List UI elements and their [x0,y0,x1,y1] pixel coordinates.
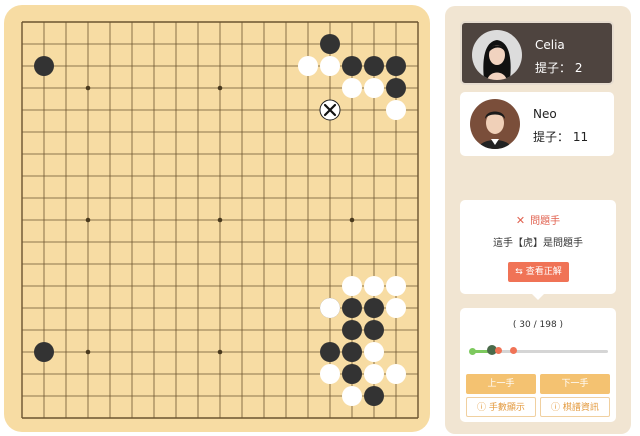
show-move-numbers-button[interactable]: ⓘ 手數顯示 [466,397,536,417]
info-icon: ⓘ [551,403,563,413]
close-icon: ✕ [515,214,526,227]
white-stone[interactable] [342,276,362,296]
move-counter: ( 30 / 198 ) [512,320,564,330]
captures-black: 提子： 2 [535,61,583,75]
star-point [85,85,91,91]
white-stone[interactable] [386,100,406,120]
white-stone[interactable] [364,364,384,384]
black-stone[interactable] [342,364,362,384]
player-name-black: Celia [535,38,565,52]
game-info-button[interactable]: ⓘ 棋譜資訊 [540,397,610,417]
black-stone[interactable] [342,320,362,340]
white-stone[interactable] [320,364,340,384]
black-stone[interactable] [342,342,362,362]
mistake-marker-1[interactable] [495,347,502,354]
star-point [217,349,223,355]
white-stone[interactable] [364,276,384,296]
white-stone[interactable] [298,56,318,76]
white-stone[interactable] [342,78,362,98]
black-stone[interactable] [34,342,54,362]
star-point [217,85,223,91]
black-stone[interactable] [342,298,362,318]
white-stone[interactable] [386,298,406,318]
black-stone[interactable] [364,320,384,340]
white-stone[interactable] [386,364,406,384]
info-icon: ⓘ [477,403,489,413]
progress-start-marker [469,348,476,355]
mistake-text: 這手【虎】是問題手 [493,238,583,249]
black-stone[interactable] [320,34,340,54]
black-stone[interactable] [342,56,362,76]
next-move-button[interactable]: 下一手 [540,374,610,394]
go-board[interactable] [4,5,430,432]
player-name-white: Neo [533,107,557,121]
avatar-white [470,99,520,149]
board-grid[interactable] [4,5,430,432]
black-stone[interactable] [320,342,340,362]
black-stone[interactable] [364,56,384,76]
black-stone[interactable] [34,56,54,76]
avatar-black [472,30,522,80]
mistake-marker-2[interactable] [510,347,517,354]
star-point [217,217,223,223]
white-stone[interactable] [364,342,384,362]
black-stone[interactable] [364,386,384,406]
mistake-card: ✕ 問題手 這手【虎】是問題手 ⇆ 查看正解 [460,200,616,300]
navigation-card: ( 30 / 198 ) 上一手 下一手 ⓘ 手數顯示 ⓘ 棋譜資訊 [460,308,616,422]
black-stone[interactable] [386,56,406,76]
star-point [85,349,91,355]
star-point [85,217,91,223]
player-card-black: Celia 提子： 2 [460,21,614,85]
player-card-white: Neo 提子： 11 [460,92,614,156]
show-answer-button[interactable]: ⇆ 查看正解 [508,262,569,282]
side-panel: Celia 提子： 2 Neo 提子： 11 ✕ 問題手 這手【虎】是問題手 ⇆ … [445,6,631,434]
captures-white: 提子： 11 [533,130,589,144]
white-stone[interactable] [342,386,362,406]
mistake-title: ✕ 問題手 [515,214,561,227]
white-stone[interactable] [320,298,340,318]
white-stone[interactable] [386,276,406,296]
swap-icon: ⇆ [515,267,526,277]
white-stone[interactable] [364,78,384,98]
black-stone[interactable] [364,298,384,318]
prev-move-button[interactable]: 上一手 [466,374,536,394]
black-stone[interactable] [386,78,406,98]
star-point [349,217,355,223]
white-stone[interactable] [320,56,340,76]
